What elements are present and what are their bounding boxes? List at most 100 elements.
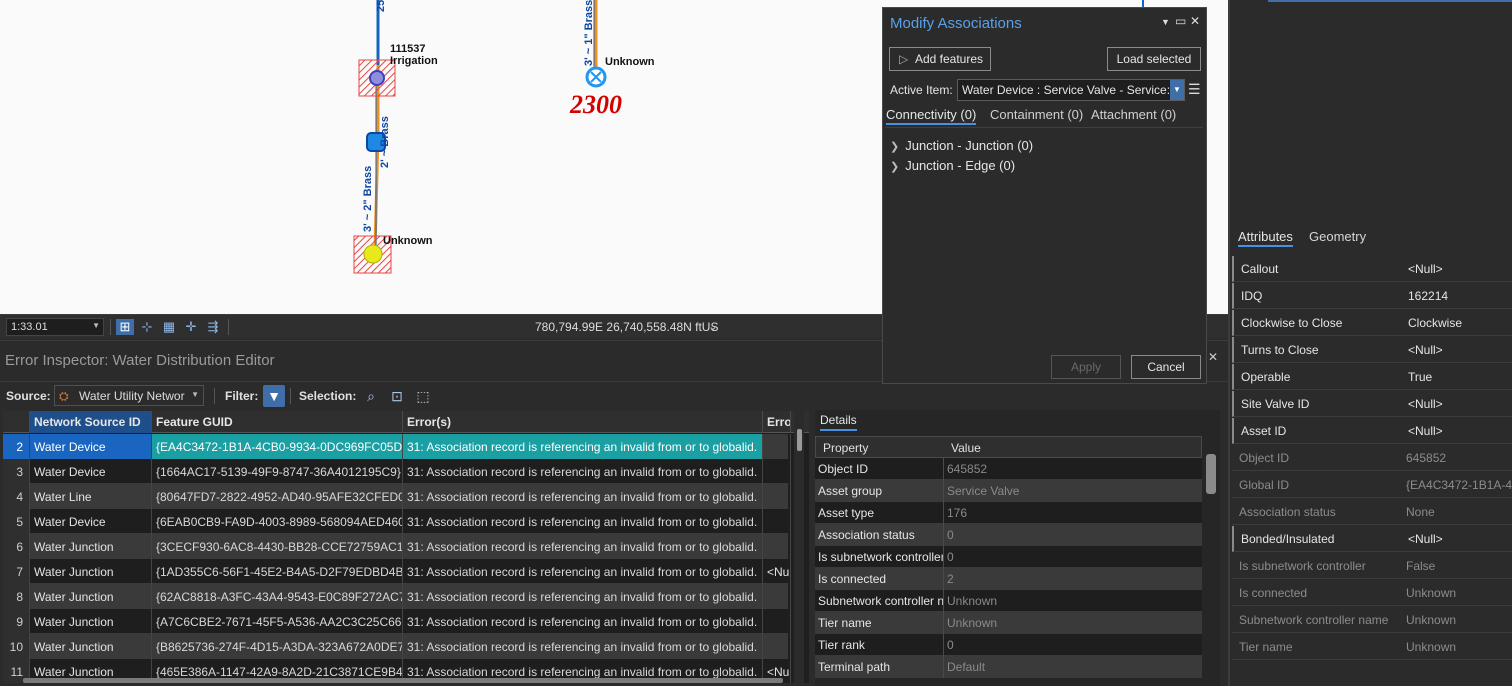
tree-junction-junction[interactable]: ❯ Junction - Junction (0): [890, 138, 1033, 153]
source-dropdown[interactable]: ⛭ Water Utility Networ ▼: [54, 385, 204, 406]
cell-guid[interactable]: {1664AC17-5139-49F9-8747-36A4012195C9}: [152, 459, 403, 484]
column-header-guid[interactable]: Feature GUID: [152, 411, 403, 433]
attribute-value[interactable]: Clockwise: [1408, 316, 1462, 330]
table-row[interactable]: 5 Water Device {6EAB0CB9-FA9D-4003-8989-56…: [3, 509, 791, 534]
zoom-to-selection-icon[interactable]: ⌕: [360, 385, 382, 407]
attribute-value[interactable]: <Null>: [1408, 424, 1443, 438]
cell-error[interactable]: 31: Association record is referencing an…: [403, 609, 763, 634]
cell-extra[interactable]: [763, 609, 791, 634]
attribute-row[interactable]: Asset ID <Null>: [1232, 418, 1512, 444]
row-number[interactable]: 8: [3, 584, 30, 609]
attribute-value[interactable]: <Null>: [1408, 532, 1443, 546]
cell-extra[interactable]: [763, 434, 791, 459]
tab-connectivity[interactable]: Connectivity (0): [886, 107, 977, 125]
chevron-down-icon[interactable]: ⌄: [704, 319, 722, 335]
cell-extra[interactable]: [763, 634, 791, 659]
cell-error[interactable]: 31: Association record is referencing an…: [403, 484, 763, 509]
cell-guid[interactable]: {3CECF930-6AC8-4430-BB28-CCE72759AC1E}: [152, 534, 403, 559]
scale-selector[interactable]: 1:33.01 ▼: [6, 318, 104, 336]
cell-extra[interactable]: [763, 484, 791, 509]
cell-error[interactable]: 31: Association record is referencing an…: [403, 584, 763, 609]
cell-guid[interactable]: {80647FD7-2822-4952-AD40-95AFE32CFED0}: [152, 484, 403, 509]
filter-icon[interactable]: ▼: [263, 385, 285, 407]
cell-guid[interactable]: {A7C6CBE2-7671-45F5-A536-AA2C3C25C663}: [152, 609, 403, 634]
grid-snap-icon[interactable]: ⊹: [138, 319, 156, 335]
close-icon[interactable]: ✕: [1208, 350, 1218, 364]
row-number[interactable]: 4: [3, 484, 30, 509]
cell-guid[interactable]: {6EAB0CB9-FA9D-4003-8989-568094AED460}: [152, 509, 403, 534]
tab-containment[interactable]: Containment (0): [990, 107, 1083, 122]
attribute-row[interactable]: Clockwise to Close Clockwise: [1232, 310, 1512, 336]
cell-guid[interactable]: {B8625736-274F-4D15-A3DA-323A672A0DE7}: [152, 634, 403, 659]
row-number[interactable]: 9: [3, 609, 30, 634]
tab-details[interactable]: Details: [820, 413, 857, 431]
row-number[interactable]: 7: [3, 559, 30, 584]
menu-icon[interactable]: ☰: [1188, 81, 1201, 98]
table-row[interactable]: 6 Water Junction {3CECF930-6AC8-4430-BB28-…: [3, 534, 791, 559]
cell-extra[interactable]: [763, 459, 791, 484]
cell-error[interactable]: 31: Association record is referencing an…: [403, 509, 763, 534]
table-row[interactable]: 7 Water Junction {1AD355C6-56F1-45E2-B4A5-…: [3, 559, 791, 584]
attribute-value[interactable]: <Null>: [1408, 397, 1443, 411]
tab-attachment[interactable]: Attachment (0): [1091, 107, 1176, 122]
attribute-row[interactable]: Site Valve ID <Null>: [1232, 391, 1512, 417]
attribute-value[interactable]: 162214: [1408, 289, 1448, 303]
load-selected-button[interactable]: Load selected: [1107, 47, 1201, 71]
close-icon[interactable]: ✕: [1190, 14, 1200, 28]
attribute-row[interactable]: Bonded/Insulated <Null>: [1232, 526, 1512, 552]
cell-source[interactable]: Water Device: [30, 434, 152, 459]
table-row[interactable]: 9 Water Junction {A7C6CBE2-7671-45F5-A536-…: [3, 609, 791, 634]
apply-button[interactable]: Apply: [1051, 355, 1121, 379]
cell-source[interactable]: Water Junction: [30, 634, 152, 659]
select-features-icon[interactable]: ⊡: [386, 385, 408, 407]
cell-source[interactable]: Water Junction: [30, 534, 152, 559]
cell-error[interactable]: 31: Association record is referencing an…: [403, 634, 763, 659]
cell-error[interactable]: 31: Association record is referencing an…: [403, 534, 763, 559]
row-number[interactable]: 10: [3, 634, 30, 659]
cell-source[interactable]: Water Device: [30, 509, 152, 534]
cell-source[interactable]: Water Junction: [30, 584, 152, 609]
row-number[interactable]: 2: [3, 434, 30, 459]
row-number[interactable]: 6: [3, 534, 30, 559]
cell-error[interactable]: 31: Association record is referencing an…: [403, 459, 763, 484]
table-row[interactable]: 3 Water Device {1664AC17-5139-49F9-8747-36…: [3, 459, 791, 484]
cell-error[interactable]: 31: Association record is referencing an…: [403, 559, 763, 584]
cell-extra[interactable]: [763, 584, 791, 609]
add-features-button[interactable]: ▷ Add features: [889, 47, 991, 71]
tab-attributes[interactable]: Attributes: [1238, 229, 1293, 247]
column-header-errors[interactable]: Error(s): [403, 411, 763, 433]
cell-error[interactable]: 31: Association record is referencing an…: [403, 434, 763, 459]
table-row[interactable]: 8 Water Junction {62AC8818-A3FC-43A4-9543-…: [3, 584, 791, 609]
attribute-row[interactable]: Turns to Close <Null>: [1232, 337, 1512, 363]
attribute-value[interactable]: <Null>: [1408, 262, 1443, 276]
details-scrollbar[interactable]: [1206, 454, 1216, 494]
cell-guid[interactable]: {EA4C3472-1B1A-4CB0-9934-0DC969FC05D0}: [152, 434, 403, 459]
column-header-extra[interactable]: Erro: [763, 411, 791, 433]
cell-source[interactable]: Water Junction: [30, 559, 152, 584]
cell-extra[interactable]: [763, 534, 791, 559]
clear-selection-icon[interactable]: ⬚: [412, 385, 434, 407]
table-row[interactable]: 10 Water Junction {B8625736-274F-4D15-A3DA…: [3, 634, 791, 659]
cell-source[interactable]: Water Device: [30, 459, 152, 484]
column-header-source[interactable]: Network Source ID: [30, 411, 152, 433]
maximize-icon[interactable]: ▭: [1175, 14, 1186, 28]
attribute-value[interactable]: <Null>: [1408, 343, 1443, 357]
cell-guid[interactable]: {62AC8818-A3FC-43A4-9543-E0C89F272AC7}: [152, 584, 403, 609]
table-row[interactable]: 4 Water Line {80647FD7-2822-4952-AD40-95AF…: [3, 484, 791, 509]
active-item-dropdown[interactable]: Water Device : Service Valve - Service: …: [957, 79, 1185, 101]
correction-icon[interactable]: ⇶: [204, 319, 222, 335]
tree-junction-edge[interactable]: ❯ Junction - Edge (0): [890, 158, 1015, 173]
snapping-icon[interactable]: ✛: [182, 319, 200, 335]
chevron-down-icon[interactable]: ▼: [1161, 17, 1170, 27]
grid-icon[interactable]: ▦: [160, 319, 178, 335]
tab-geometry[interactable]: Geometry: [1309, 229, 1366, 244]
attribute-value[interactable]: True: [1408, 370, 1432, 384]
attribute-row[interactable]: Operable True: [1232, 364, 1512, 390]
cell-source[interactable]: Water Line: [30, 484, 152, 509]
cell-source[interactable]: Water Junction: [30, 609, 152, 634]
row-number[interactable]: 5: [3, 509, 30, 534]
attribute-row[interactable]: IDQ 162214: [1232, 283, 1512, 309]
attribute-row[interactable]: Callout <Null>: [1232, 256, 1512, 282]
grid-horizontal-scrollbar[interactable]: [23, 678, 783, 683]
grid-vertical-scrollbar[interactable]: [794, 411, 804, 683]
